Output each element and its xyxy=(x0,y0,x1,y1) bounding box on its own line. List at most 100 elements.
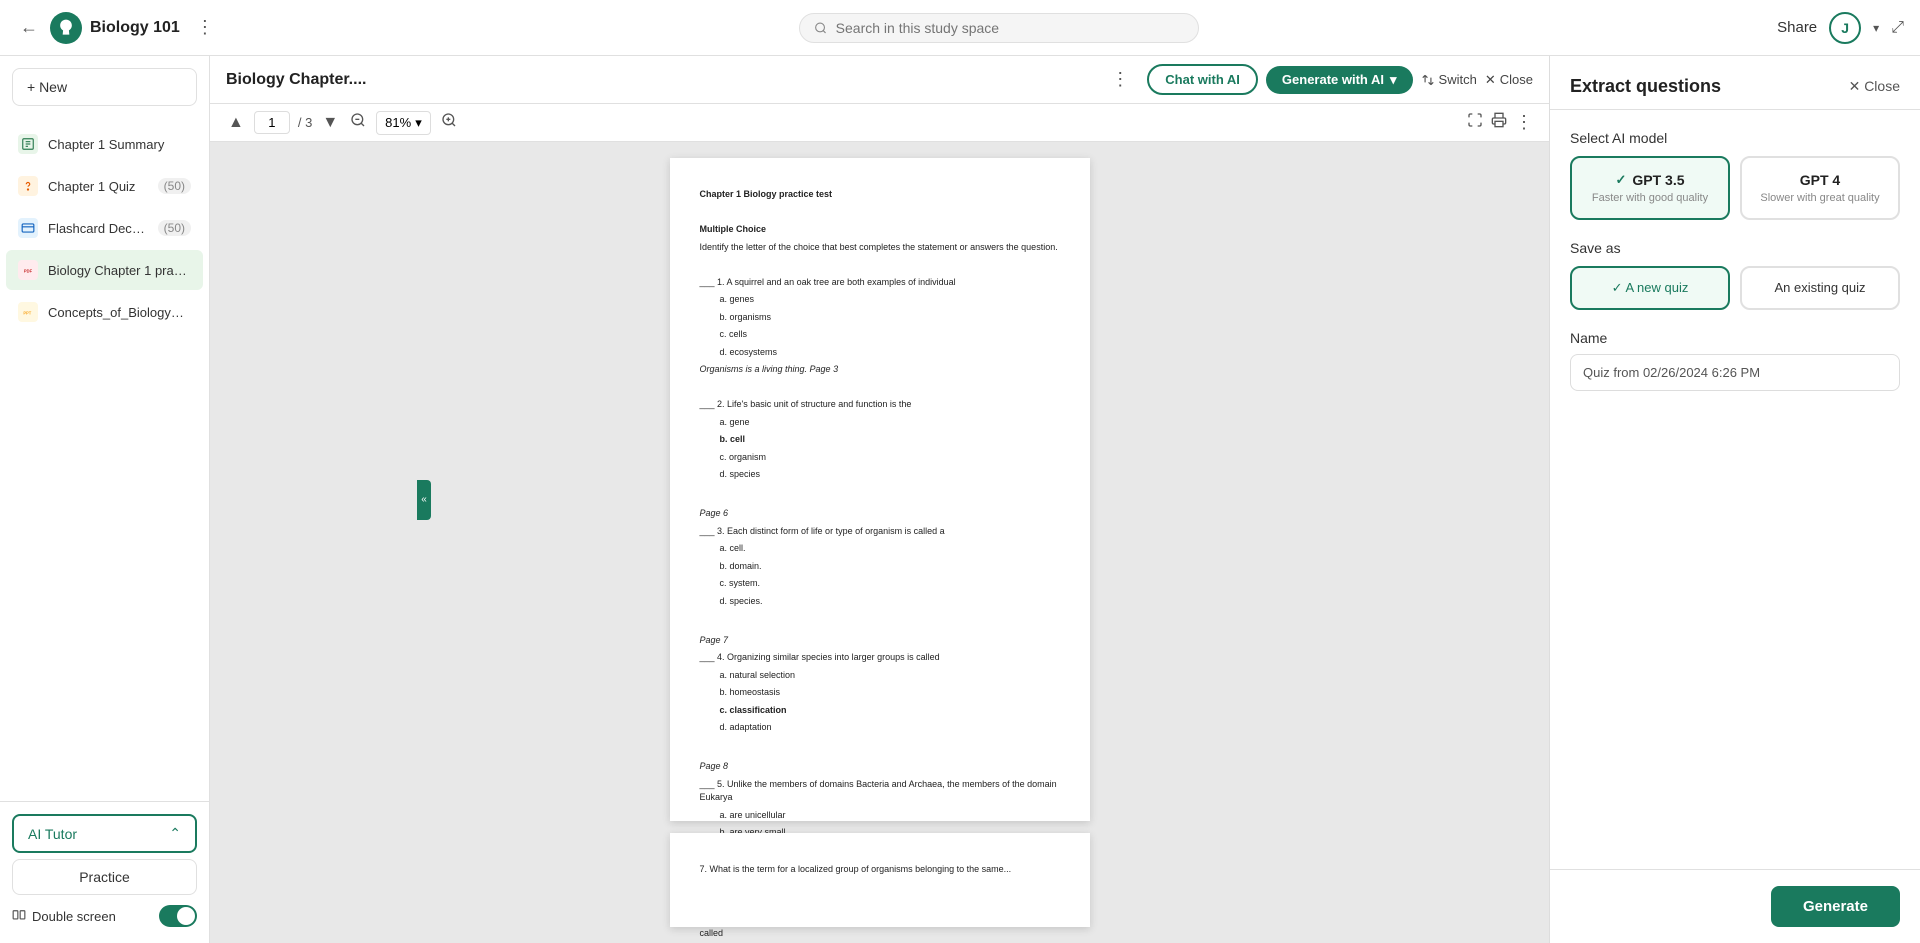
save-as-options: ✓ A new quiz An existing quiz xyxy=(1570,266,1900,310)
doc-page-1: Chapter 1 Biology practice test Multiple… xyxy=(670,158,1090,821)
pdf-icon: PDF xyxy=(18,260,38,280)
chat-ai-button[interactable]: Chat with AI xyxy=(1147,64,1258,95)
double-screen-row: Double screen xyxy=(12,901,197,931)
back-button[interactable]: ← xyxy=(16,13,42,42)
ai-tutor-label: AI Tutor xyxy=(28,826,77,842)
doc-title: Biology Chapter.... xyxy=(226,71,1093,89)
app-more-button[interactable]: ⋮ xyxy=(188,13,222,42)
top-header: ← Biology 101 ⋮ Share J ▾ ⤢ xyxy=(0,0,1920,56)
model-gpt35-sub: Faster with good quality xyxy=(1586,192,1714,204)
doc-partial-content: 7. What is the term for a localized grou… xyxy=(700,863,1060,877)
avatar-chevron-icon[interactable]: ▾ xyxy=(1873,21,1879,35)
sidebar-item-flashcard[interactable]: Flashcard Deck 1 (50) xyxy=(6,208,203,248)
ai-tutor-button[interactable]: AI Tutor ⌃ xyxy=(12,814,197,853)
generate-with-ai-button[interactable]: Generate with AI ▾ xyxy=(1266,66,1413,94)
sidebar: + New Chapter 1 Summary Chapter 1 Quiz (… xyxy=(0,56,210,943)
doc-more-button[interactable]: ⋮ xyxy=(1105,67,1135,92)
close-doc-button[interactable]: ✕ Close xyxy=(1485,72,1533,88)
search-input[interactable] xyxy=(836,20,1185,36)
app-logo xyxy=(50,12,82,44)
avatar[interactable]: J xyxy=(1829,12,1861,44)
doc-content: Chapter 1 Biology practice test Multiple… xyxy=(700,188,1060,943)
header-right: Share J ▾ ⤢ xyxy=(1777,12,1904,44)
sidebar-item-count: (50) xyxy=(158,178,191,194)
ai-tutor-chevron-icon: ⌃ xyxy=(169,825,181,842)
flashcard-icon xyxy=(18,218,38,238)
model-gpt4-sub: Slower with great quality xyxy=(1756,192,1884,204)
fullscreen-button[interactable] xyxy=(1467,112,1483,133)
new-button[interactable]: + New xyxy=(12,68,197,106)
zoom-value: 81% xyxy=(385,115,411,130)
page-up-button[interactable]: ▲ xyxy=(226,112,246,134)
app-logo-icon xyxy=(56,18,76,38)
sidebar-item-concepts[interactable]: PPT Concepts_of_Biology_Chap... xyxy=(6,292,203,332)
save-as-section: Save as ✓ A new quiz An existing quiz xyxy=(1570,240,1900,310)
model-options: ✓ GPT 3.5 Faster with good quality GPT 4… xyxy=(1570,156,1900,220)
save-new-check-icon: ✓ xyxy=(1612,280,1626,295)
sidebar-item-chapter1-summary[interactable]: Chapter 1 Summary xyxy=(6,124,203,164)
doc-viewer: Biology Chapter.... ⋮ Chat with AI Gener… xyxy=(210,56,1550,943)
model-selection-section: Select AI model ✓ GPT 3.5 Faster with go… xyxy=(1570,130,1900,220)
doc-toolbar: Biology Chapter.... ⋮ Chat with AI Gener… xyxy=(210,56,1549,104)
double-screen-label: Double screen xyxy=(12,909,116,924)
doc-page-2-partial: 7. What is the term for a localized grou… xyxy=(670,833,1090,927)
rp-close-button[interactable]: ✕ Close xyxy=(1849,78,1900,95)
close-x-icon: ✕ xyxy=(1485,72,1496,88)
right-panel: Extract questions ✕ Close Select AI mode… xyxy=(1550,56,1920,943)
sidebar-top: + New xyxy=(0,56,209,118)
practice-button[interactable]: Practice xyxy=(12,859,197,895)
print-button[interactable] xyxy=(1491,112,1507,133)
name-input[interactable] xyxy=(1570,354,1900,391)
content-area: « Biology Chapter.... ⋮ Chat with AI Gen… xyxy=(210,56,1920,943)
summary-icon xyxy=(18,134,38,154)
toggle-knob xyxy=(177,907,195,925)
doc-pages: Chapter 1 Biology practice test Multiple… xyxy=(210,142,1549,943)
sidebar-item-label: Concepts_of_Biology_Chap... xyxy=(48,305,191,320)
switch-label: Switch xyxy=(1439,72,1477,87)
save-as-label: Save as xyxy=(1570,240,1900,256)
double-screen-icon xyxy=(12,909,26,923)
search-bar[interactable] xyxy=(799,13,1199,43)
sidebar-items: Chapter 1 Summary Chapter 1 Quiz (50) Fl… xyxy=(0,118,209,801)
doc-nav-more-button[interactable]: ⋮ xyxy=(1515,112,1533,133)
generate-final-button[interactable]: Generate xyxy=(1771,886,1900,927)
select-model-label: Select AI model xyxy=(1570,130,1900,146)
zoom-chevron-icon: ▾ xyxy=(415,115,422,131)
check-icon: ✓ xyxy=(1615,172,1626,188)
sidebar-item-chapter1-quiz[interactable]: Chapter 1 Quiz (50) xyxy=(6,166,203,206)
page-down-button[interactable]: ▼ xyxy=(320,112,340,134)
close-label: Close xyxy=(1500,72,1533,87)
doc-actions: Chat with AI Generate with AI ▾ Switch ✕… xyxy=(1147,64,1533,95)
model-gpt35-card[interactable]: ✓ GPT 3.5 Faster with good quality xyxy=(1570,156,1730,220)
page-number-input[interactable] xyxy=(254,111,290,134)
page-total: / 3 xyxy=(298,115,312,130)
model-gpt35-title: ✓ GPT 3.5 xyxy=(1586,172,1714,188)
header-center xyxy=(222,13,1777,43)
header-left: ← Biology 101 ⋮ xyxy=(16,12,222,44)
zoom-level-selector[interactable]: 81% ▾ xyxy=(376,111,431,135)
zoom-in-button[interactable] xyxy=(439,110,459,135)
expand-button[interactable]: ⤢ xyxy=(1891,19,1904,37)
sidebar-item-count: (50) xyxy=(158,220,191,236)
model-gpt4-title: GPT 4 xyxy=(1756,172,1884,188)
quiz-icon xyxy=(18,176,38,196)
model-gpt4-card[interactable]: GPT 4 Slower with great quality xyxy=(1740,156,1900,220)
generate-label: Generate with AI xyxy=(1282,72,1384,87)
save-existing-quiz-card[interactable]: An existing quiz xyxy=(1740,266,1900,310)
sidebar-item-bio-practice[interactable]: PDF Biology Chapter 1 practice t... xyxy=(6,250,203,290)
share-button[interactable]: Share xyxy=(1777,19,1817,36)
search-icon xyxy=(814,21,827,35)
sidebar-item-label: Flashcard Deck 1 xyxy=(48,221,148,236)
double-screen-toggle[interactable] xyxy=(159,905,197,927)
collapse-sidebar-button[interactable]: « xyxy=(417,480,431,520)
zoom-out-button[interactable] xyxy=(348,110,368,135)
switch-icon xyxy=(1421,73,1435,87)
rp-body: Select AI model ✓ GPT 3.5 Faster with go… xyxy=(1550,110,1920,869)
main-layout: + New Chapter 1 Summary Chapter 1 Quiz (… xyxy=(0,56,1920,943)
doc-nav: ▲ / 3 ▼ 81% ▾ xyxy=(210,104,1549,142)
name-label: Name xyxy=(1570,330,1900,346)
name-section: Name xyxy=(1570,330,1900,391)
switch-button[interactable]: Switch xyxy=(1421,72,1477,87)
save-new-quiz-card[interactable]: ✓ A new quiz xyxy=(1570,266,1730,310)
rp-header: Extract questions ✕ Close xyxy=(1550,56,1920,110)
